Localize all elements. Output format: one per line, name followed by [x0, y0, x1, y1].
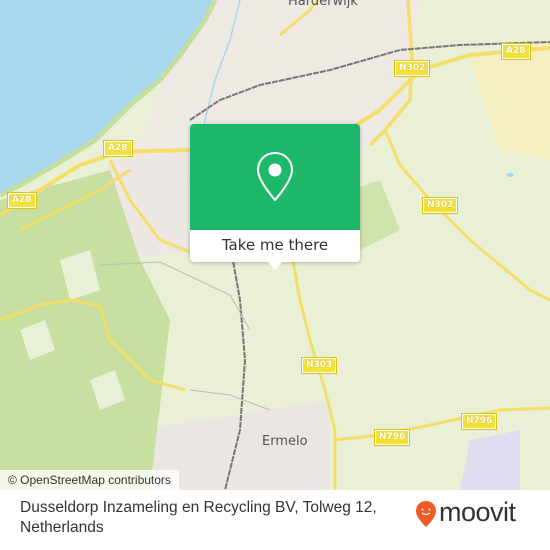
take-me-there-button[interactable]: Take me there — [190, 230, 360, 262]
address-line-1: Dusseldorp Inzameling en Recycling BV, T… — [20, 499, 377, 516]
location-popup: Take me there — [190, 124, 360, 270]
moovit-logo[interactable]: moovit — [415, 496, 516, 528]
address-line-2: Netherlands — [20, 519, 104, 536]
place-label-harderwijk: Harderwijk — [288, 0, 358, 9]
map-pin-icon — [256, 151, 294, 202]
footer: Dusseldorp Inzameling en Recycling BV, T… — [0, 490, 550, 550]
map-attribution[interactable]: © OpenStreetMap contributors — [0, 470, 179, 490]
road-shield-n302: N302 — [393, 60, 431, 77]
moovit-pin-icon — [416, 501, 436, 527]
popup-header — [190, 124, 360, 230]
road-shield-n796: N796 — [373, 429, 411, 446]
road-shield-a28: A28 — [501, 43, 531, 60]
road-shield-n302: N302 — [421, 197, 459, 214]
place-label-ermelo: Ermelo — [262, 434, 308, 449]
road-shield-a28: A28 — [103, 140, 133, 157]
popup-pointer — [267, 261, 283, 270]
map-view[interactable]: Harderwijk Ermelo A28 A28 A28 N302 N302 … — [0, 0, 550, 490]
address: Dusseldorp Inzameling en Recycling BV, T… — [20, 498, 400, 538]
road-shield-n303: N303 — [300, 357, 338, 374]
moovit-wordmark: moovit — [439, 496, 516, 527]
page: Harderwijk Ermelo A28 A28 A28 N302 N302 … — [0, 0, 550, 550]
road-shield-a28: A28 — [7, 192, 37, 209]
road-shield-n796: N796 — [460, 413, 498, 430]
